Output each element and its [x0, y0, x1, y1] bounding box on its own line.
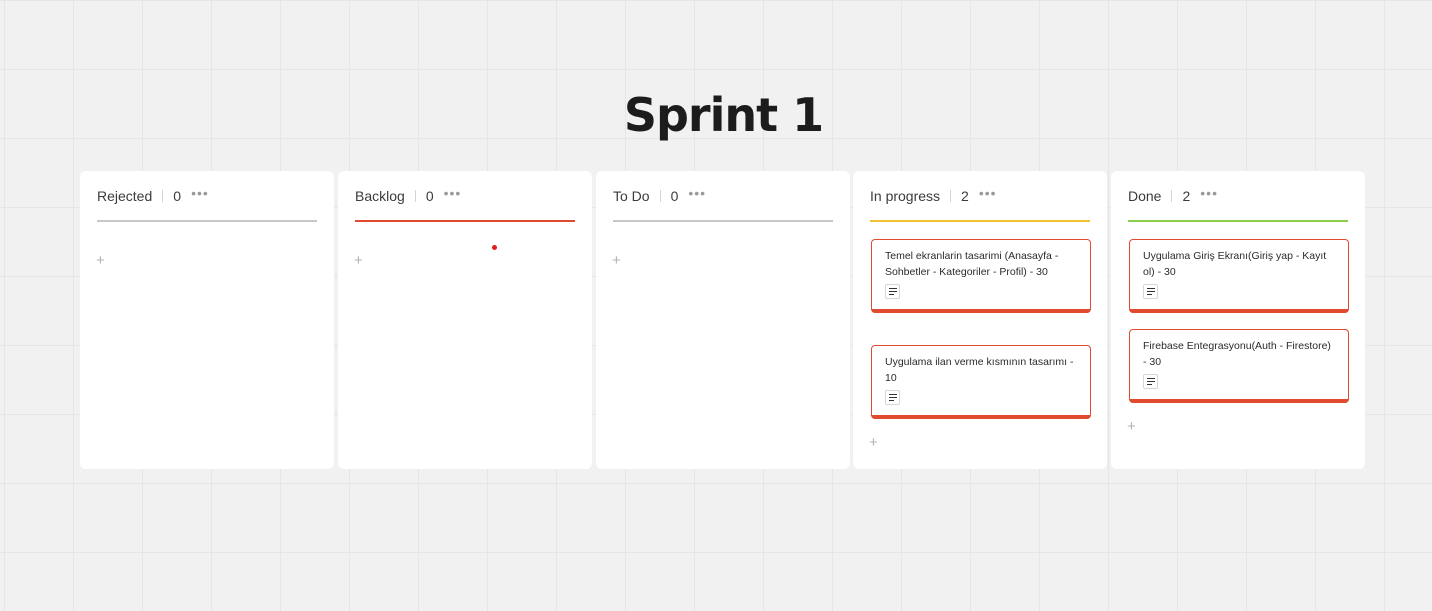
column-count: 2: [1182, 188, 1191, 204]
column-color-line: [1128, 220, 1348, 222]
more-options-icon[interactable]: •••: [444, 186, 462, 200]
column-header[interactable]: To Do 0 •••: [613, 185, 833, 207]
column-todo: To Do 0 ••• +: [596, 171, 850, 469]
column-title[interactable]: To Do: [613, 188, 650, 204]
column-done: Done 2 ••• Uygulama Giriş Ekranı(Giriş y…: [1111, 171, 1365, 469]
column-header[interactable]: In progress 2 •••: [870, 185, 1090, 207]
column-count: 0: [670, 188, 679, 204]
more-options-icon[interactable]: •••: [979, 186, 997, 200]
board-title[interactable]: Sprint 1: [0, 88, 1432, 142]
column-title[interactable]: Done: [1128, 188, 1161, 204]
column-divider: [659, 190, 661, 202]
column-title[interactable]: Rejected: [97, 188, 152, 204]
add-card-icon[interactable]: +: [354, 253, 363, 268]
column-header[interactable]: Done 2 •••: [1128, 185, 1348, 207]
column-color-line: [870, 220, 1090, 222]
more-options-icon[interactable]: •••: [688, 186, 706, 200]
column-divider: [950, 190, 952, 202]
add-card-icon[interactable]: +: [1127, 419, 1136, 434]
column-color-line: [613, 220, 833, 222]
card-text: Uygulama Giriş Ekranı(Giriş yap - Kayıt …: [1143, 250, 1327, 278]
column-in-progress: In progress 2 ••• Temel ekranlarin tasar…: [853, 171, 1107, 469]
column-divider: [162, 190, 164, 202]
column-count: 0: [173, 188, 182, 204]
cursor-dot: [492, 245, 497, 250]
column-divider: [414, 190, 416, 202]
description-icon[interactable]: [885, 284, 900, 299]
description-icon[interactable]: [1143, 284, 1158, 299]
column-count: 2: [961, 188, 969, 204]
task-card[interactable]: Uygulama Giriş Ekranı(Giriş yap - Kayıt …: [1129, 239, 1349, 313]
column-color-line: [355, 220, 575, 222]
more-options-icon[interactable]: •••: [191, 186, 209, 200]
task-card[interactable]: Temel ekranlarin tasarimi (Anasayfa - So…: [871, 239, 1091, 313]
task-card[interactable]: Firebase Entegrasyonu(Auth - Firestore) …: [1129, 329, 1349, 403]
column-count: 0: [425, 188, 434, 204]
column-divider: [1171, 190, 1173, 202]
column-title[interactable]: Backlog: [355, 188, 405, 204]
column-color-line: [97, 220, 317, 222]
card-text: Temel ekranlarin tasarimi (Anasayfa - So…: [885, 250, 1059, 278]
task-card[interactable]: Uygulama ilan verme kısmının tasarımı - …: [871, 345, 1091, 419]
description-icon[interactable]: [1143, 374, 1158, 389]
card-text: Uygulama ilan verme kısmının tasarımı - …: [885, 356, 1074, 384]
more-options-icon[interactable]: •••: [1200, 186, 1218, 200]
column-title[interactable]: In progress: [870, 188, 940, 204]
add-card-icon[interactable]: +: [869, 435, 878, 450]
column-backlog: Backlog 0 ••• +: [338, 171, 592, 469]
column-header[interactable]: Backlog 0 •••: [355, 185, 575, 207]
add-card-icon[interactable]: +: [612, 253, 621, 268]
column-rejected: Rejected 0 ••• +: [80, 171, 334, 469]
card-text: Firebase Entegrasyonu(Auth - Firestore) …: [1143, 340, 1331, 368]
column-header[interactable]: Rejected 0 •••: [97, 185, 317, 207]
description-icon[interactable]: [885, 390, 900, 405]
add-card-icon[interactable]: +: [96, 253, 105, 268]
